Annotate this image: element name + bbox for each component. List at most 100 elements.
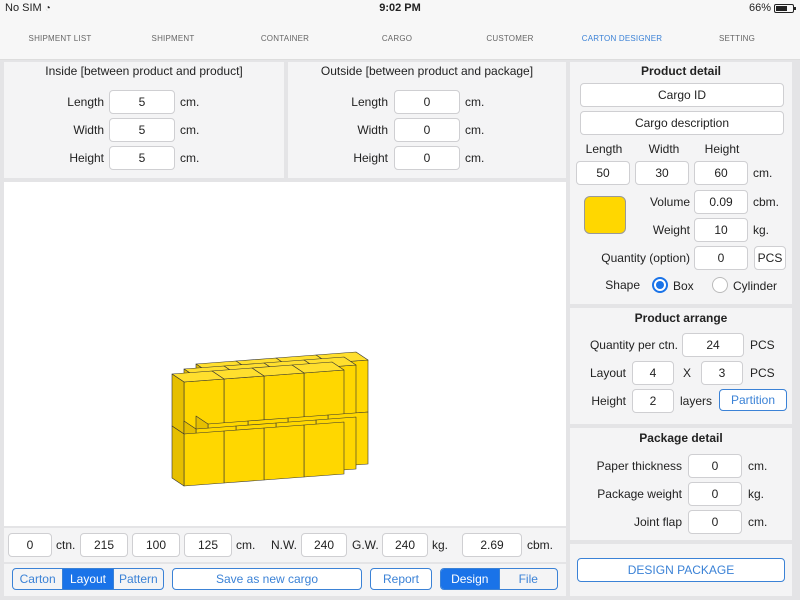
inside-height-unit: cm. <box>180 151 200 165</box>
paper-thickness-label: Paper thickness <box>596 459 682 473</box>
package-detail-panel: Package detail Paper thickness 0 cm. Pac… <box>570 428 792 540</box>
outside-panel: Outside [between product and package] Le… <box>288 62 566 178</box>
layout-x-label: X <box>683 366 692 380</box>
view-segmented-control: Carton Layout Pattern <box>12 568 164 590</box>
outside-height-unit: cm. <box>465 151 485 165</box>
package-detail-title: Package detail <box>639 431 723 445</box>
view-layout-button[interactable]: Layout <box>63 569 114 589</box>
carrier-label: No SIM <box>5 2 42 14</box>
cargo-id-field[interactable]: Cargo ID <box>580 83 784 107</box>
layout-b-field[interactable]: 3 <box>701 361 743 385</box>
volume-field[interactable]: 0.09 <box>694 190 748 214</box>
gw-field[interactable]: 240 <box>382 533 428 557</box>
layers-height-field[interactable]: 2 <box>632 389 674 413</box>
product-arrange-panel: Product arrange Quantity per ctn. 24 PCS… <box>570 308 792 424</box>
design-package-button[interactable]: DESIGN PACKAGE <box>577 558 785 582</box>
carton-cube-front <box>223 427 265 484</box>
shape-label: Shape <box>605 278 640 292</box>
outside-length-label: Length <box>351 95 388 109</box>
quantity-field[interactable]: 0 <box>694 246 748 270</box>
pd-width-input[interactable]: 30 <box>635 161 689 185</box>
paper-thickness-field[interactable]: 0 <box>688 454 742 478</box>
volume-label: Volume <box>649 195 690 209</box>
shape-cylinder-label: Cylinder <box>733 279 778 293</box>
pd-length-input[interactable]: 50 <box>576 161 630 185</box>
inside-width-unit: cm. <box>180 123 200 137</box>
ctn-unit: ctn. <box>56 538 76 552</box>
shape-box-label: Box <box>673 279 694 293</box>
mode-design-button[interactable]: Design <box>441 569 500 589</box>
gw-label: G.W. <box>352 538 379 552</box>
qty-per-ctn-label: Quantity per ctn. <box>589 338 678 352</box>
carton-cube-front <box>263 424 305 481</box>
tab-shipment-list[interactable]: SHIPMENT LIST <box>5 34 115 43</box>
nw-label: N.W. <box>271 538 297 552</box>
quantity-unit-box[interactable]: PCS <box>754 246 786 270</box>
outside-width-label: Width <box>357 123 388 137</box>
product-arrange-title: Product arrange <box>634 311 728 325</box>
tab-container[interactable]: CONTAINER <box>230 34 340 43</box>
carton-3d-view[interactable] <box>4 182 566 526</box>
cbm-unit: cbm. <box>527 538 554 552</box>
report-button[interactable]: Report <box>370 568 432 590</box>
inside-panel: Inside [between product and product] Len… <box>4 62 284 178</box>
product-detail-title: Product detail <box>640 64 721 78</box>
outside-title: Outside [between product and package] <box>320 64 534 78</box>
outside-length-input[interactable]: 0 <box>394 90 460 114</box>
inside-length-label: Length <box>67 95 104 109</box>
outside-length-unit: cm. <box>465 95 485 109</box>
design-package-panel: DESIGN PACKAGE <box>570 544 792 596</box>
mode-file-button[interactable]: File <box>500 569 558 589</box>
carton-height-field[interactable]: 125 <box>184 533 232 557</box>
tab-setting[interactable]: SETTING <box>682 34 792 43</box>
inside-height-label: Height <box>69 151 104 165</box>
package-weight-field[interactable]: 0 <box>688 482 742 506</box>
qty-per-ctn-field[interactable]: 24 <box>682 333 744 357</box>
carton-cube-front <box>183 430 225 487</box>
outside-height-label: Height <box>353 151 388 165</box>
partition-button[interactable]: Partition <box>719 389 787 411</box>
joint-flap-field[interactable]: 0 <box>688 510 742 534</box>
status-bar: 9:02 PM No SIM ◔ 66% <box>0 0 800 18</box>
battery-icon <box>774 3 796 13</box>
cargo-description-field[interactable]: Cargo description <box>580 111 784 135</box>
shape-cylinder-radio[interactable] <box>712 277 728 293</box>
weight-unit: kg. <box>753 223 770 237</box>
cbm-field[interactable]: 2.69 <box>462 533 522 557</box>
tab-carton-designer[interactable]: CARTON DESIGNER <box>567 34 677 43</box>
outside-width-input[interactable]: 0 <box>394 118 460 142</box>
qty-per-ctn-unit: PCS <box>750 338 775 352</box>
shape-box-radio[interactable] <box>652 277 668 293</box>
view-pattern-button[interactable]: Pattern <box>114 569 163 589</box>
carton-length-field[interactable]: 215 <box>80 533 128 557</box>
battery-percent: 66% <box>748 2 771 14</box>
weight-field[interactable]: 10 <box>694 218 748 242</box>
ctn-count-field[interactable]: 0 <box>8 533 52 557</box>
pd-height-label: Height <box>704 142 740 156</box>
inside-height-input[interactable]: 5 <box>109 146 175 170</box>
status-battery: 66% <box>748 2 796 14</box>
weight-unit: kg. <box>432 538 449 552</box>
pd-length-label: Length <box>585 142 623 156</box>
inside-length-input[interactable]: 5 <box>109 90 175 114</box>
tab-cargo[interactable]: CARGO <box>342 34 452 43</box>
outside-height-input[interactable]: 0 <box>394 146 460 170</box>
layout-a-field[interactable]: 4 <box>632 361 674 385</box>
pd-height-input[interactable]: 60 <box>694 161 748 185</box>
paper-thickness-unit: cm. <box>748 459 768 473</box>
carton-cube-side <box>171 373 185 435</box>
carton-dim-unit: cm. <box>236 538 256 552</box>
inside-width-input[interactable]: 5 <box>109 118 175 142</box>
carton-cube-front <box>303 421 345 478</box>
wifi-icon: ◔ <box>44 3 51 14</box>
nw-field[interactable]: 240 <box>301 533 347 557</box>
view-carton-button[interactable]: Carton <box>13 569 64 589</box>
cargo-color-swatch[interactable] <box>584 196 626 234</box>
tab-shipment[interactable]: SHIPMENT <box>118 34 228 43</box>
inside-length-unit: cm. <box>180 95 200 109</box>
carton-width-field[interactable]: 100 <box>132 533 180 557</box>
carton-cube-side <box>171 425 185 487</box>
tab-customer[interactable]: CUSTOMER <box>455 34 565 43</box>
save-as-new-cargo-button[interactable]: Save as new cargo <box>172 568 362 590</box>
quantity-label: Quantity (option) <box>601 251 690 265</box>
